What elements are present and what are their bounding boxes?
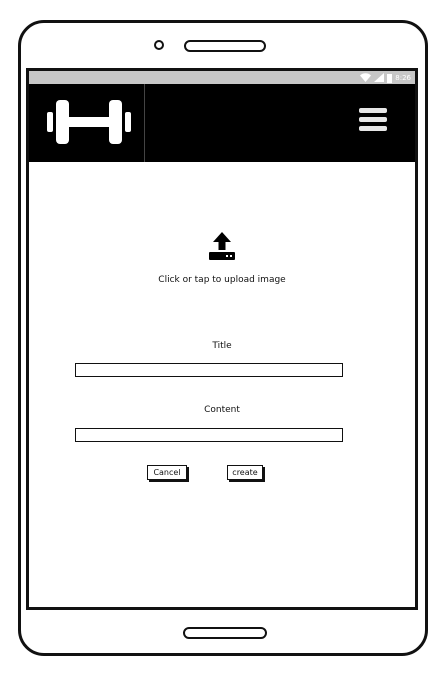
- upload-image-area[interactable]: Click or tap to upload image: [29, 231, 415, 285]
- content-input[interactable]: [75, 428, 343, 442]
- signal-icon: [374, 73, 385, 82]
- status-bar: 8:26: [29, 71, 415, 84]
- battery-icon: [387, 73, 393, 83]
- content-label: Content: [204, 405, 240, 415]
- app-header: [29, 84, 415, 162]
- screen: 8:26 Click or tap to upload image Title …: [26, 68, 418, 610]
- logo[interactable]: [29, 84, 145, 162]
- status-time: 8:26: [395, 73, 411, 82]
- hamburger-menu-icon[interactable]: [359, 108, 387, 132]
- create-button[interactable]: create: [227, 465, 263, 480]
- wifi-icon: [360, 73, 372, 82]
- title-input[interactable]: [75, 363, 343, 377]
- upload-icon: [209, 232, 235, 260]
- upload-label: Click or tap to upload image: [158, 275, 286, 285]
- title-label: Title: [212, 341, 232, 351]
- dumbbell-icon: [47, 100, 131, 144]
- home-button[interactable]: [183, 627, 267, 639]
- cancel-button[interactable]: Cancel: [147, 465, 187, 480]
- camera: [154, 40, 164, 50]
- speaker-grille: [184, 40, 266, 52]
